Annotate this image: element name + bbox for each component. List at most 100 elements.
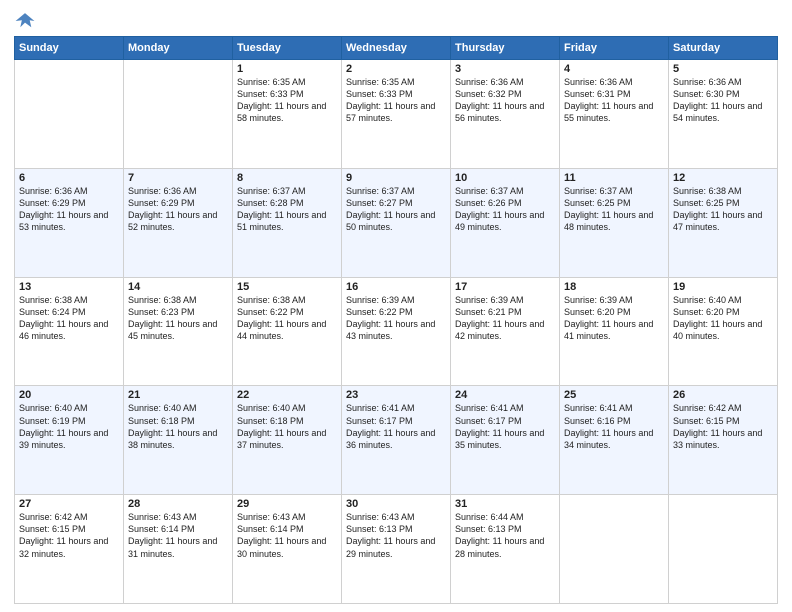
calendar-cell: 4Sunrise: 6:36 AM Sunset: 6:31 PM Daylig… xyxy=(560,60,669,169)
col-header-monday: Monday xyxy=(124,37,233,60)
calendar-cell: 22Sunrise: 6:40 AM Sunset: 6:18 PM Dayli… xyxy=(233,386,342,495)
calendar-cell: 24Sunrise: 6:41 AM Sunset: 6:17 PM Dayli… xyxy=(451,386,560,495)
calendar-cell: 29Sunrise: 6:43 AM Sunset: 6:14 PM Dayli… xyxy=(233,495,342,604)
calendar-cell: 8Sunrise: 6:37 AM Sunset: 6:28 PM Daylig… xyxy=(233,168,342,277)
calendar-cell: 1Sunrise: 6:35 AM Sunset: 6:33 PM Daylig… xyxy=(233,60,342,169)
day-number: 3 xyxy=(455,63,555,75)
week-row-2: 6Sunrise: 6:36 AM Sunset: 6:29 PM Daylig… xyxy=(15,168,778,277)
col-header-saturday: Saturday xyxy=(669,37,778,60)
calendar-cell: 15Sunrise: 6:38 AM Sunset: 6:22 PM Dayli… xyxy=(233,277,342,386)
day-number: 4 xyxy=(564,63,664,75)
day-number: 6 xyxy=(19,172,119,184)
day-info: Sunrise: 6:40 AM Sunset: 6:20 PM Dayligh… xyxy=(673,294,773,343)
day-info: Sunrise: 6:39 AM Sunset: 6:20 PM Dayligh… xyxy=(564,294,664,343)
calendar-cell: 31Sunrise: 6:44 AM Sunset: 6:13 PM Dayli… xyxy=(451,495,560,604)
day-info: Sunrise: 6:43 AM Sunset: 6:14 PM Dayligh… xyxy=(237,511,337,560)
day-info: Sunrise: 6:36 AM Sunset: 6:31 PM Dayligh… xyxy=(564,76,664,125)
calendar-cell: 2Sunrise: 6:35 AM Sunset: 6:33 PM Daylig… xyxy=(342,60,451,169)
day-info: Sunrise: 6:38 AM Sunset: 6:24 PM Dayligh… xyxy=(19,294,119,343)
col-header-tuesday: Tuesday xyxy=(233,37,342,60)
day-info: Sunrise: 6:42 AM Sunset: 6:15 PM Dayligh… xyxy=(19,511,119,560)
week-row-4: 20Sunrise: 6:40 AM Sunset: 6:19 PM Dayli… xyxy=(15,386,778,495)
day-number: 24 xyxy=(455,389,555,401)
day-info: Sunrise: 6:36 AM Sunset: 6:29 PM Dayligh… xyxy=(128,185,228,234)
calendar-cell: 7Sunrise: 6:36 AM Sunset: 6:29 PM Daylig… xyxy=(124,168,233,277)
calendar-cell: 19Sunrise: 6:40 AM Sunset: 6:20 PM Dayli… xyxy=(669,277,778,386)
day-number: 31 xyxy=(455,498,555,510)
day-number: 25 xyxy=(564,389,664,401)
day-number: 10 xyxy=(455,172,555,184)
day-info: Sunrise: 6:43 AM Sunset: 6:13 PM Dayligh… xyxy=(346,511,446,560)
calendar-cell: 28Sunrise: 6:43 AM Sunset: 6:14 PM Dayli… xyxy=(124,495,233,604)
day-info: Sunrise: 6:39 AM Sunset: 6:21 PM Dayligh… xyxy=(455,294,555,343)
day-info: Sunrise: 6:37 AM Sunset: 6:25 PM Dayligh… xyxy=(564,185,664,234)
calendar-cell xyxy=(560,495,669,604)
day-number: 19 xyxy=(673,281,773,293)
calendar-cell: 13Sunrise: 6:38 AM Sunset: 6:24 PM Dayli… xyxy=(15,277,124,386)
day-info: Sunrise: 6:38 AM Sunset: 6:23 PM Dayligh… xyxy=(128,294,228,343)
day-number: 2 xyxy=(346,63,446,75)
calendar-cell: 16Sunrise: 6:39 AM Sunset: 6:22 PM Dayli… xyxy=(342,277,451,386)
day-info: Sunrise: 6:37 AM Sunset: 6:27 PM Dayligh… xyxy=(346,185,446,234)
day-number: 8 xyxy=(237,172,337,184)
day-number: 21 xyxy=(128,389,228,401)
calendar-cell: 10Sunrise: 6:37 AM Sunset: 6:26 PM Dayli… xyxy=(451,168,560,277)
calendar-cell: 3Sunrise: 6:36 AM Sunset: 6:32 PM Daylig… xyxy=(451,60,560,169)
day-number: 9 xyxy=(346,172,446,184)
page: SundayMondayTuesdayWednesdayThursdayFrid… xyxy=(0,0,792,612)
calendar-cell: 26Sunrise: 6:42 AM Sunset: 6:15 PM Dayli… xyxy=(669,386,778,495)
day-number: 14 xyxy=(128,281,228,293)
day-info: Sunrise: 6:40 AM Sunset: 6:19 PM Dayligh… xyxy=(19,402,119,451)
day-info: Sunrise: 6:39 AM Sunset: 6:22 PM Dayligh… xyxy=(346,294,446,343)
day-number: 26 xyxy=(673,389,773,401)
calendar-cell: 27Sunrise: 6:42 AM Sunset: 6:15 PM Dayli… xyxy=(15,495,124,604)
calendar-cell xyxy=(15,60,124,169)
calendar-cell: 11Sunrise: 6:37 AM Sunset: 6:25 PM Dayli… xyxy=(560,168,669,277)
week-row-3: 13Sunrise: 6:38 AM Sunset: 6:24 PM Dayli… xyxy=(15,277,778,386)
calendar-cell: 12Sunrise: 6:38 AM Sunset: 6:25 PM Dayli… xyxy=(669,168,778,277)
col-header-wednesday: Wednesday xyxy=(342,37,451,60)
day-info: Sunrise: 6:35 AM Sunset: 6:33 PM Dayligh… xyxy=(346,76,446,125)
day-number: 18 xyxy=(564,281,664,293)
day-number: 29 xyxy=(237,498,337,510)
day-info: Sunrise: 6:44 AM Sunset: 6:13 PM Dayligh… xyxy=(455,511,555,560)
calendar-cell: 21Sunrise: 6:40 AM Sunset: 6:18 PM Dayli… xyxy=(124,386,233,495)
day-info: Sunrise: 6:42 AM Sunset: 6:15 PM Dayligh… xyxy=(673,402,773,451)
day-info: Sunrise: 6:36 AM Sunset: 6:30 PM Dayligh… xyxy=(673,76,773,125)
calendar-cell xyxy=(124,60,233,169)
calendar-cell: 30Sunrise: 6:43 AM Sunset: 6:13 PM Dayli… xyxy=(342,495,451,604)
day-number: 13 xyxy=(19,281,119,293)
day-number: 16 xyxy=(346,281,446,293)
calendar-cell: 14Sunrise: 6:38 AM Sunset: 6:23 PM Dayli… xyxy=(124,277,233,386)
day-info: Sunrise: 6:38 AM Sunset: 6:25 PM Dayligh… xyxy=(673,185,773,234)
day-info: Sunrise: 6:37 AM Sunset: 6:28 PM Dayligh… xyxy=(237,185,337,234)
week-row-1: 1Sunrise: 6:35 AM Sunset: 6:33 PM Daylig… xyxy=(15,60,778,169)
day-number: 27 xyxy=(19,498,119,510)
day-number: 11 xyxy=(564,172,664,184)
col-header-friday: Friday xyxy=(560,37,669,60)
col-header-sunday: Sunday xyxy=(15,37,124,60)
day-info: Sunrise: 6:41 AM Sunset: 6:17 PM Dayligh… xyxy=(455,402,555,451)
day-number: 20 xyxy=(19,389,119,401)
day-info: Sunrise: 6:43 AM Sunset: 6:14 PM Dayligh… xyxy=(128,511,228,560)
calendar-cell: 20Sunrise: 6:40 AM Sunset: 6:19 PM Dayli… xyxy=(15,386,124,495)
day-number: 28 xyxy=(128,498,228,510)
calendar-cell: 9Sunrise: 6:37 AM Sunset: 6:27 PM Daylig… xyxy=(342,168,451,277)
calendar-cell: 18Sunrise: 6:39 AM Sunset: 6:20 PM Dayli… xyxy=(560,277,669,386)
day-number: 17 xyxy=(455,281,555,293)
day-info: Sunrise: 6:41 AM Sunset: 6:17 PM Dayligh… xyxy=(346,402,446,451)
logo-icon xyxy=(14,10,36,32)
calendar-cell: 5Sunrise: 6:36 AM Sunset: 6:30 PM Daylig… xyxy=(669,60,778,169)
day-number: 15 xyxy=(237,281,337,293)
logo xyxy=(14,10,38,32)
day-info: Sunrise: 6:37 AM Sunset: 6:26 PM Dayligh… xyxy=(455,185,555,234)
day-info: Sunrise: 6:36 AM Sunset: 6:29 PM Dayligh… xyxy=(19,185,119,234)
header-row: SundayMondayTuesdayWednesdayThursdayFrid… xyxy=(15,37,778,60)
day-info: Sunrise: 6:41 AM Sunset: 6:16 PM Dayligh… xyxy=(564,402,664,451)
calendar-cell: 25Sunrise: 6:41 AM Sunset: 6:16 PM Dayli… xyxy=(560,386,669,495)
calendar-cell: 6Sunrise: 6:36 AM Sunset: 6:29 PM Daylig… xyxy=(15,168,124,277)
week-row-5: 27Sunrise: 6:42 AM Sunset: 6:15 PM Dayli… xyxy=(15,495,778,604)
day-number: 22 xyxy=(237,389,337,401)
col-header-thursday: Thursday xyxy=(451,37,560,60)
header xyxy=(14,10,778,32)
